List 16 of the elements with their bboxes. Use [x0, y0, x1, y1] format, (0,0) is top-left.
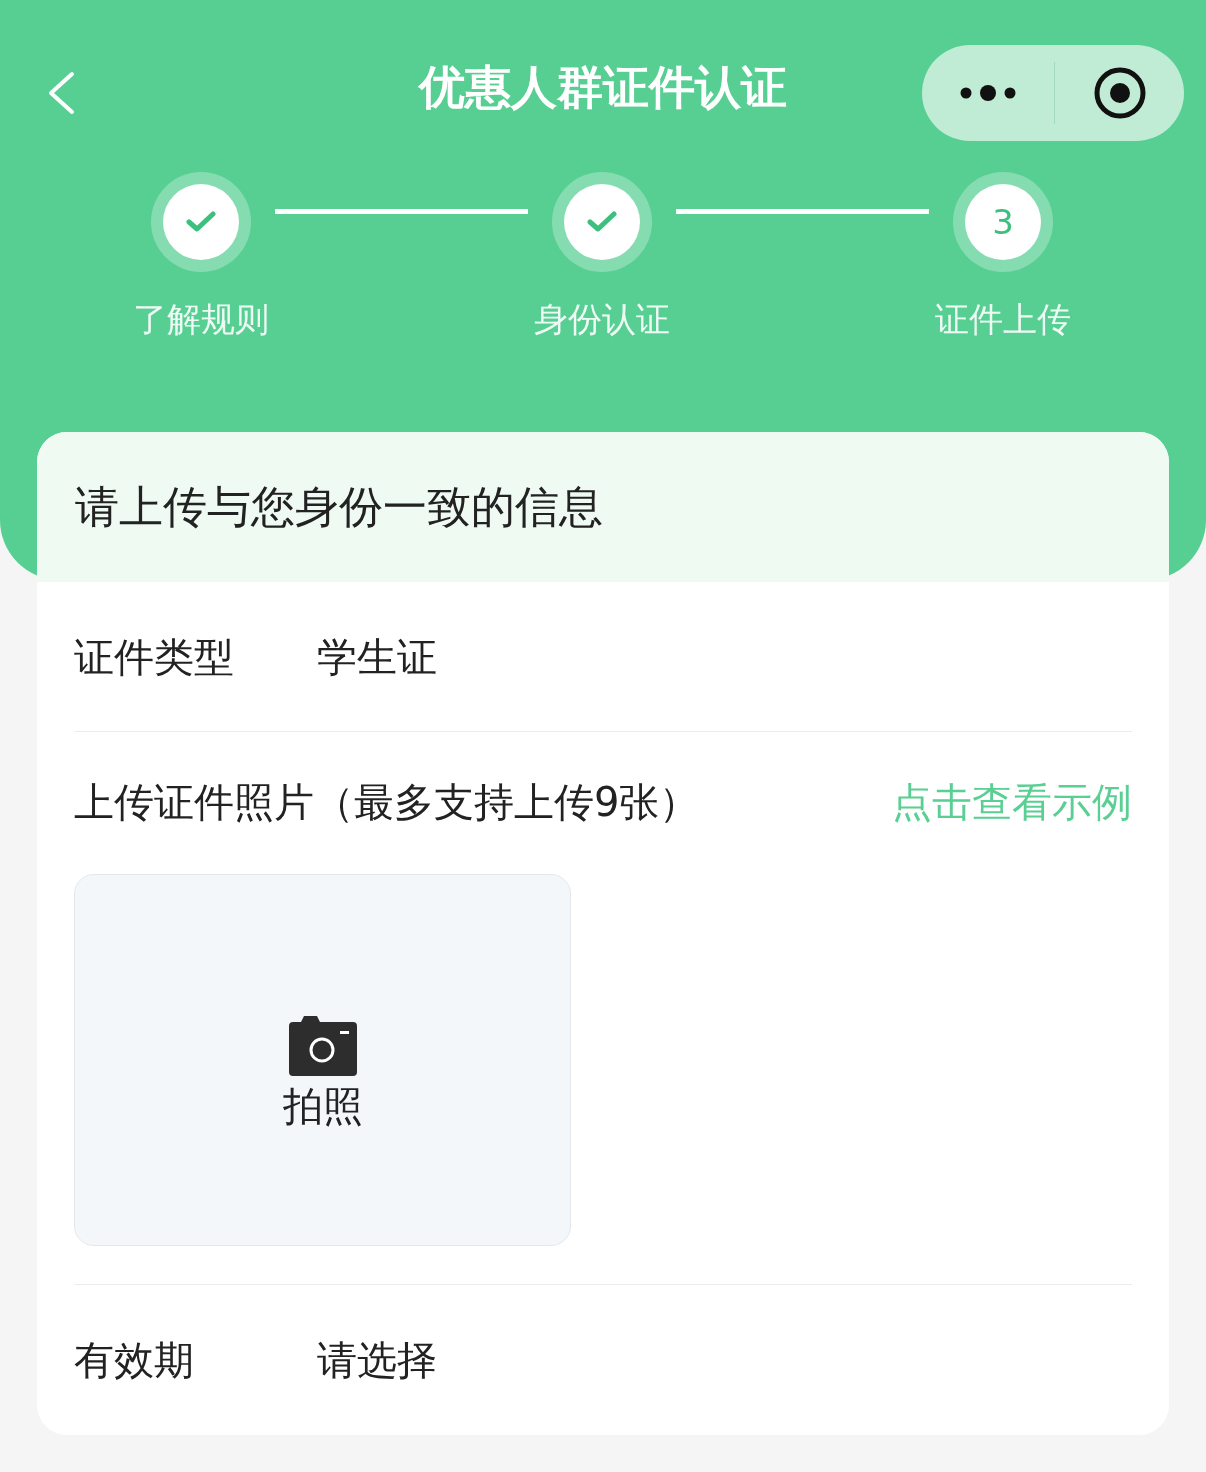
- field-label: 有效期: [74, 1336, 195, 1385]
- field-value[interactable]: 请选择: [317, 1330, 437, 1390]
- photo-upload-tile[interactable]: 拍照: [74, 874, 571, 1246]
- camera-icon: [286, 1014, 359, 1078]
- field-value[interactable]: 学生证: [317, 626, 437, 687]
- upload-label: 上传证件照片（最多支持上传9张）: [74, 782, 700, 822]
- step-label: 身份认证: [534, 302, 670, 336]
- check-icon: [587, 211, 617, 233]
- step-label: 证件上传: [935, 302, 1071, 336]
- page-title: 优惠人群证件认证: [417, 64, 788, 110]
- check-icon: [186, 211, 216, 233]
- step-number: 3: [992, 205, 1014, 239]
- card-heading: 请上传与您身份一致的信息: [75, 480, 603, 534]
- field-label: 证件类型: [74, 632, 235, 682]
- step-label: 了解规则: [133, 302, 269, 336]
- more-icon[interactable]: [958, 82, 1018, 103]
